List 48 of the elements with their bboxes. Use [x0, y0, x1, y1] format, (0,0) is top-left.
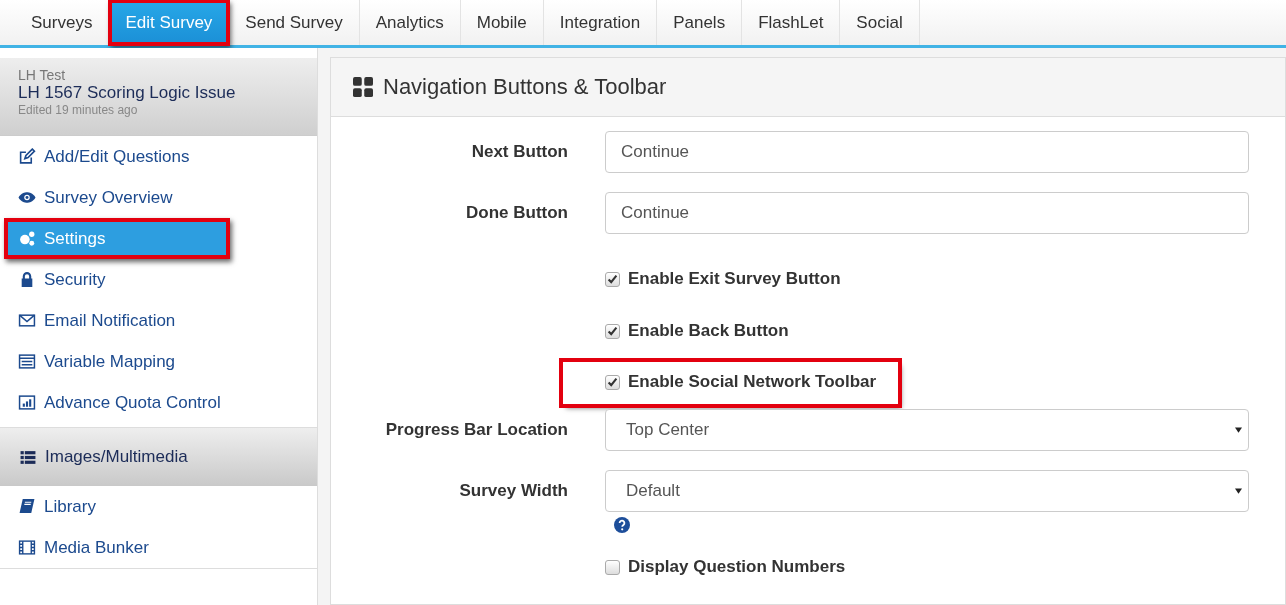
sidebar-item[interactable]: Add/Edit Questions [0, 136, 317, 177]
nav-tab[interactable]: Mobile [460, 0, 544, 45]
envelope-icon [18, 312, 36, 329]
caret-icon [1235, 427, 1242, 433]
checkbox[interactable] [605, 271, 620, 287]
panel-title: Navigation Buttons & Toolbar [383, 74, 667, 100]
eye-icon [18, 189, 36, 206]
field-label: Next Button [470, 141, 569, 163]
sidebar-item[interactable]: Security [0, 259, 317, 300]
list-icon [19, 448, 37, 466]
sidebar-item[interactable]: Media Bunker [0, 527, 317, 568]
survey-title: LH 1567 Scoring Logic Issue [18, 83, 237, 103]
nav-tab[interactable]: Integration [543, 0, 658, 45]
checkbox[interactable] [605, 559, 620, 575]
sidebar-item[interactable]: Survey Overview [0, 177, 317, 218]
field-label: Progress Bar Location [384, 419, 569, 441]
nav-tab[interactable]: Analytics [359, 0, 461, 45]
sidebar-item[interactable]: Variable Mapping [0, 341, 317, 382]
grid-icon [353, 77, 373, 97]
checkbox-option[interactable]: Enable Exit Survey Button [605, 269, 841, 289]
checkbox[interactable] [605, 323, 620, 339]
checkbox[interactable] [605, 374, 620, 390]
text-field[interactable]: Continue [605, 192, 1249, 234]
nav-tab[interactable]: FlashLet [742, 0, 841, 45]
help-icon[interactable] [614, 517, 630, 533]
dropdown[interactable]: Default [605, 470, 1249, 512]
list-icon [18, 353, 36, 370]
survey-folder: LH Test [18, 67, 67, 83]
dropdown[interactable]: Top Center [605, 409, 1249, 451]
sidebar-item[interactable]: Library [0, 486, 317, 527]
book-icon [18, 498, 36, 515]
sidebar-item[interactable]: Advance Quota Control [0, 382, 317, 423]
checkbox-option[interactable]: Enable Social Network Toolbar [563, 362, 899, 404]
caret-icon [1235, 488, 1242, 494]
checkbox-option[interactable]: Enable Back Button [605, 321, 789, 341]
nav-tab[interactable]: Panels [657, 0, 743, 45]
bar-chart-icon [18, 394, 36, 411]
nav-tab[interactable]: Social [840, 0, 920, 45]
field-label: Done Button [465, 202, 569, 224]
text-field[interactable]: Continue [605, 131, 1249, 173]
section-title: Images/Multimedia [45, 447, 188, 467]
field-label: Survey Width [458, 480, 569, 502]
nav-tab[interactable]: Send Survey [229, 0, 360, 45]
edited-time: Edited 19 minutes ago [18, 103, 139, 117]
sidebar-item[interactable]: Email Notification [0, 300, 317, 341]
checkbox-option[interactable]: Display Question Numbers [605, 557, 846, 577]
film-icon [18, 539, 36, 556]
edit-icon [18, 148, 36, 165]
